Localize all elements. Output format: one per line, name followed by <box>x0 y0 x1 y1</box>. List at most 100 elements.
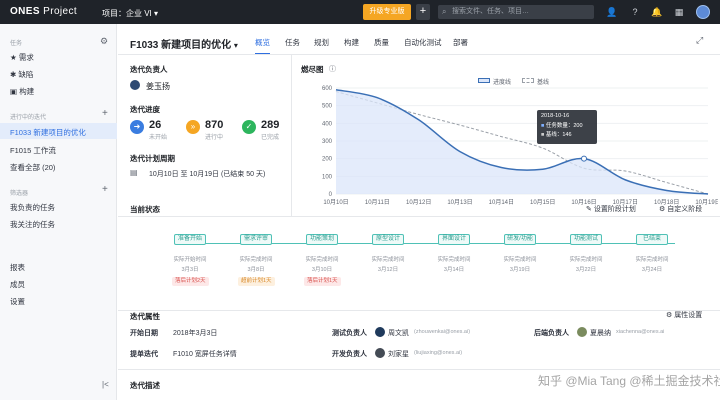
test-owner-avatar <box>375 327 385 337</box>
project-switcher[interactable]: 项目：企业 VI ▾ <box>102 8 158 19</box>
app-logo[interactable]: ONES Project <box>10 6 77 17</box>
sidebar-item-members[interactable]: 成员 <box>10 279 25 290</box>
tooltip-task-count: ■ 任务数量：200 <box>541 123 583 129</box>
sidebar: 任务 ⚙ ★ 需求 ✱ 缺陷 ▣ 构建 进行中的迭代 + F1033 新建项目的… <box>0 24 117 400</box>
calendar-icon: ▤ <box>130 168 138 177</box>
chart-tooltip: 2018-10-16 ■ 任务数量：200 ■ 基线：146 <box>537 110 597 144</box>
phase-node[interactable]: 功能策划 <box>306 234 338 245</box>
gear-icon[interactable]: ⚙ <box>98 35 110 47</box>
fullscreen-icon[interactable]: ⤢ <box>696 35 703 46</box>
phase-time-label: 实际完成时间 <box>569 257 603 263</box>
phase-date: 3月8日 <box>247 267 265 273</box>
tab-automation[interactable]: 自动化测试 <box>404 37 442 48</box>
sidebar-item-iter-f1033[interactable]: F1033 新建项目的优化 <box>0 123 117 139</box>
y-tick-label: 0 <box>329 192 333 198</box>
bell-icon[interactable]: 🔔 <box>651 6 663 18</box>
sidebar-item-iter-f1015[interactable]: F1015 工作流 <box>10 145 56 156</box>
phase-node[interactable]: 准备开始 <box>174 234 206 245</box>
chevron-down-icon: ▾ <box>233 41 238 50</box>
y-tick-label: 200 <box>322 157 333 163</box>
not-started-icon: ➜ <box>130 120 144 134</box>
attrs-settings-button[interactable]: ⚙ 属性设置 <box>666 310 702 320</box>
owner-avatar <box>130 80 140 90</box>
tab-deploy[interactable]: 部署 <box>453 37 468 48</box>
in-progress-count: 870 <box>205 119 224 131</box>
phase-node[interactable]: 研发/功能 <box>504 234 536 245</box>
y-tick-label: 300 <box>322 139 333 145</box>
phase-node[interactable]: 界面设计 <box>438 234 470 245</box>
x-tick-label: 10月11日 <box>365 199 390 206</box>
custom-phase-button[interactable]: ⚙ 自定义阶段 <box>659 204 702 214</box>
x-tick-label: 10月10日 <box>323 199 348 206</box>
y-tick-label: 400 <box>322 121 333 127</box>
phase-node[interactable]: 需求评审 <box>240 234 272 245</box>
in-progress-icon: » <box>186 120 200 134</box>
add-member-icon[interactable]: 👤 <box>606 6 618 18</box>
sidebar-item-build[interactable]: ▣ 构建 <box>10 86 34 97</box>
not-started-count: 26 <box>149 119 162 131</box>
section-filters: 筛选器 <box>10 191 29 197</box>
test-owner-name[interactable]: 周文凯 <box>388 328 409 338</box>
create-button[interactable]: + <box>416 4 430 20</box>
dev-owner-avatar <box>375 348 385 358</box>
chevron-down-icon: ▾ <box>154 9 159 18</box>
progress-point <box>581 155 587 162</box>
owner-name[interactable]: 姜玉扬 <box>146 81 170 92</box>
phase-date: 3月24日 <box>641 267 663 273</box>
sidebar-item-settings[interactable]: 设置 <box>10 296 25 307</box>
divider <box>118 310 720 311</box>
sidebar-item-requirements[interactable]: ★ 需求 <box>10 52 34 63</box>
phase-time-label: 实际完成时间 <box>437 257 471 263</box>
help-icon[interactable]: ? <box>629 6 641 18</box>
progress-label: 迭代进度 <box>130 105 160 114</box>
dev-owner-email: (liujiaxing@ones.ai) <box>414 350 463 356</box>
dev-owner-label: 开发负责人 <box>332 351 367 358</box>
edit-icon: ✎ <box>586 206 592 213</box>
x-tick-label: 10月14日 <box>489 199 514 206</box>
prev-iter-label: 提单迭代 <box>130 351 158 358</box>
x-tick-label: 10月13日 <box>447 199 472 206</box>
phase-status-badge: 落后计划1天 <box>304 277 341 286</box>
tab-overview[interactable]: 概览 <box>255 37 270 55</box>
phase-node[interactable]: 已结束 <box>636 234 668 245</box>
tab-build[interactable]: 构建 <box>344 37 359 48</box>
prev-iter-value[interactable]: F1010 宽屏任务详情 <box>173 349 237 359</box>
backend-owner-email: xiachenna@ones.ai <box>616 329 665 335</box>
gear-icon: ⚙ <box>659 206 666 213</box>
help-icon[interactable]: ⓘ <box>329 64 336 74</box>
burndown-title: 燃尽图 <box>301 65 324 74</box>
y-tick-label: 600 <box>322 86 333 92</box>
tab-planning[interactable]: 规划 <box>314 37 329 48</box>
sidebar-item-view-all[interactable]: 查看全部 (20) <box>10 162 55 173</box>
done-label: 已完成 <box>261 135 280 141</box>
sidebar-item-my-tasks[interactable]: 我负责的任务 <box>10 202 55 213</box>
not-started-label: 未开始 <box>149 135 168 141</box>
start-date-value[interactable]: 2018年3月3日 <box>173 328 217 338</box>
star-icon: ★ <box>10 53 17 62</box>
sidebar-item-bugs[interactable]: ✱ 缺陷 <box>10 69 33 80</box>
x-tick-label: 10月15日 <box>530 199 555 206</box>
phase-node[interactable]: 原型设计 <box>372 234 404 245</box>
watermark: 知乎 @Mia Tang @稀土掘金技术社区 <box>538 374 720 388</box>
done-icon: ✓ <box>242 120 256 134</box>
search-input[interactable]: ⌕ 搜索文件、任务、项目… <box>438 5 594 19</box>
backend-owner-name[interactable]: 夏晨纳 <box>590 328 611 338</box>
user-avatar[interactable] <box>696 5 710 19</box>
panel-divider <box>291 54 292 216</box>
page-title[interactable]: F1033 新建项目的优化 ▾ <box>130 36 238 51</box>
upgrade-button[interactable]: 升级专业版 <box>363 4 411 20</box>
period-text: 10月10日 至 10月19日 (已结束 50 天) <box>149 171 266 178</box>
phase-node[interactable]: 功能测试 <box>570 234 602 245</box>
add-iteration-icon[interactable]: + <box>102 108 108 119</box>
add-filter-icon[interactable]: + <box>102 184 108 195</box>
tab-tasks[interactable]: 任务 <box>285 37 300 48</box>
grid-icon[interactable]: ▦ <box>673 6 685 18</box>
set-phase-plan-button[interactable]: ✎ 设置阶段计划 <box>586 204 636 214</box>
dev-owner-name[interactable]: 刘家星 <box>388 349 409 359</box>
phase-status-badge: 超前计划1天 <box>238 277 275 286</box>
collapse-sidebar-icon[interactable]: |< <box>102 380 109 389</box>
sidebar-item-reports[interactable]: 报表 <box>10 262 25 273</box>
attrs-title: 迭代属性 <box>130 312 160 321</box>
sidebar-item-followed-tasks[interactable]: 我关注的任务 <box>10 219 55 230</box>
tab-quality[interactable]: 质量 <box>374 37 389 48</box>
